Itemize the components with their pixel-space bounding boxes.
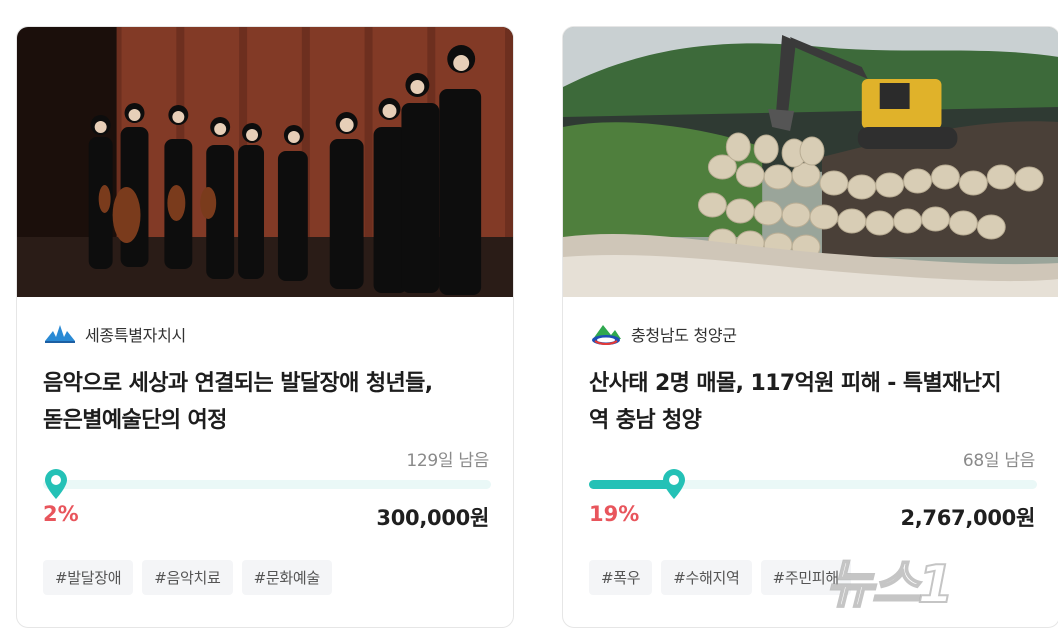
card-thumbnail[interactable] bbox=[563, 27, 1058, 297]
progress-bar bbox=[589, 469, 1037, 499]
progress-track bbox=[43, 480, 491, 489]
raised-amount: 300,000원 bbox=[376, 506, 489, 530]
tag[interactable]: #주민피해 bbox=[760, 560, 851, 595]
tag[interactable]: #문화예술 bbox=[241, 560, 332, 595]
progress-marker-icon bbox=[43, 468, 69, 500]
card-title[interactable]: 음악으로 세상과 연결되는 발달장애 청년들, 돋은별예술단의 여정 bbox=[43, 365, 495, 439]
card-title-line: 음악으로 세상과 연결되는 발달장애 청년들, bbox=[43, 371, 433, 396]
tag[interactable]: #음악치료 bbox=[142, 560, 233, 595]
flood-photo bbox=[563, 27, 1058, 297]
stage-photo bbox=[17, 27, 513, 297]
organization-name: 세종특별자치시 bbox=[85, 326, 186, 345]
days-remaining: 68일 남음 bbox=[962, 451, 1035, 471]
progress-percent: 19% bbox=[589, 502, 640, 526]
progress-marker-icon bbox=[661, 468, 687, 500]
card-title-line: 산사태 2명 매몰, 117억원 피해 - 특별재난지 bbox=[589, 371, 1002, 396]
card-title-line: 돋은별예술단의 여정 bbox=[43, 408, 227, 433]
raised-amount: 2,767,000원 bbox=[900, 506, 1035, 530]
tag[interactable]: #폭우 bbox=[589, 560, 653, 595]
tag-list: #발달장애 #음악치료 #문화예술 bbox=[43, 560, 332, 595]
cheongyang-logo-icon bbox=[589, 321, 623, 347]
tag-list: #폭우 #수해지역 #주민피해 bbox=[589, 560, 851, 595]
progress-percent: 2% bbox=[43, 502, 79, 526]
sejong-logo-icon bbox=[43, 321, 77, 347]
fundraising-card[interactable]: 충청남도 청양군 산사태 2명 매몰, 117억원 피해 - 특별재난지 역 충… bbox=[562, 26, 1058, 628]
card-thumbnail[interactable] bbox=[17, 27, 513, 297]
card-title-line: 역 충남 청양 bbox=[589, 408, 702, 433]
organization: 세종특별자치시 bbox=[43, 321, 186, 347]
tag[interactable]: #수해지역 bbox=[661, 560, 752, 595]
organization-name: 충청남도 청양군 bbox=[631, 326, 737, 345]
organization: 충청남도 청양군 bbox=[589, 321, 737, 347]
card-title[interactable]: 산사태 2명 매몰, 117억원 피해 - 특별재난지 역 충남 청양 bbox=[589, 365, 1041, 439]
fundraising-card[interactable]: 세종특별자치시 음악으로 세상과 연결되는 발달장애 청년들, 돋은별예술단의 … bbox=[16, 26, 514, 628]
days-remaining: 129일 남음 bbox=[406, 451, 489, 471]
tag[interactable]: #발달장애 bbox=[43, 560, 134, 595]
progress-bar bbox=[43, 469, 491, 499]
